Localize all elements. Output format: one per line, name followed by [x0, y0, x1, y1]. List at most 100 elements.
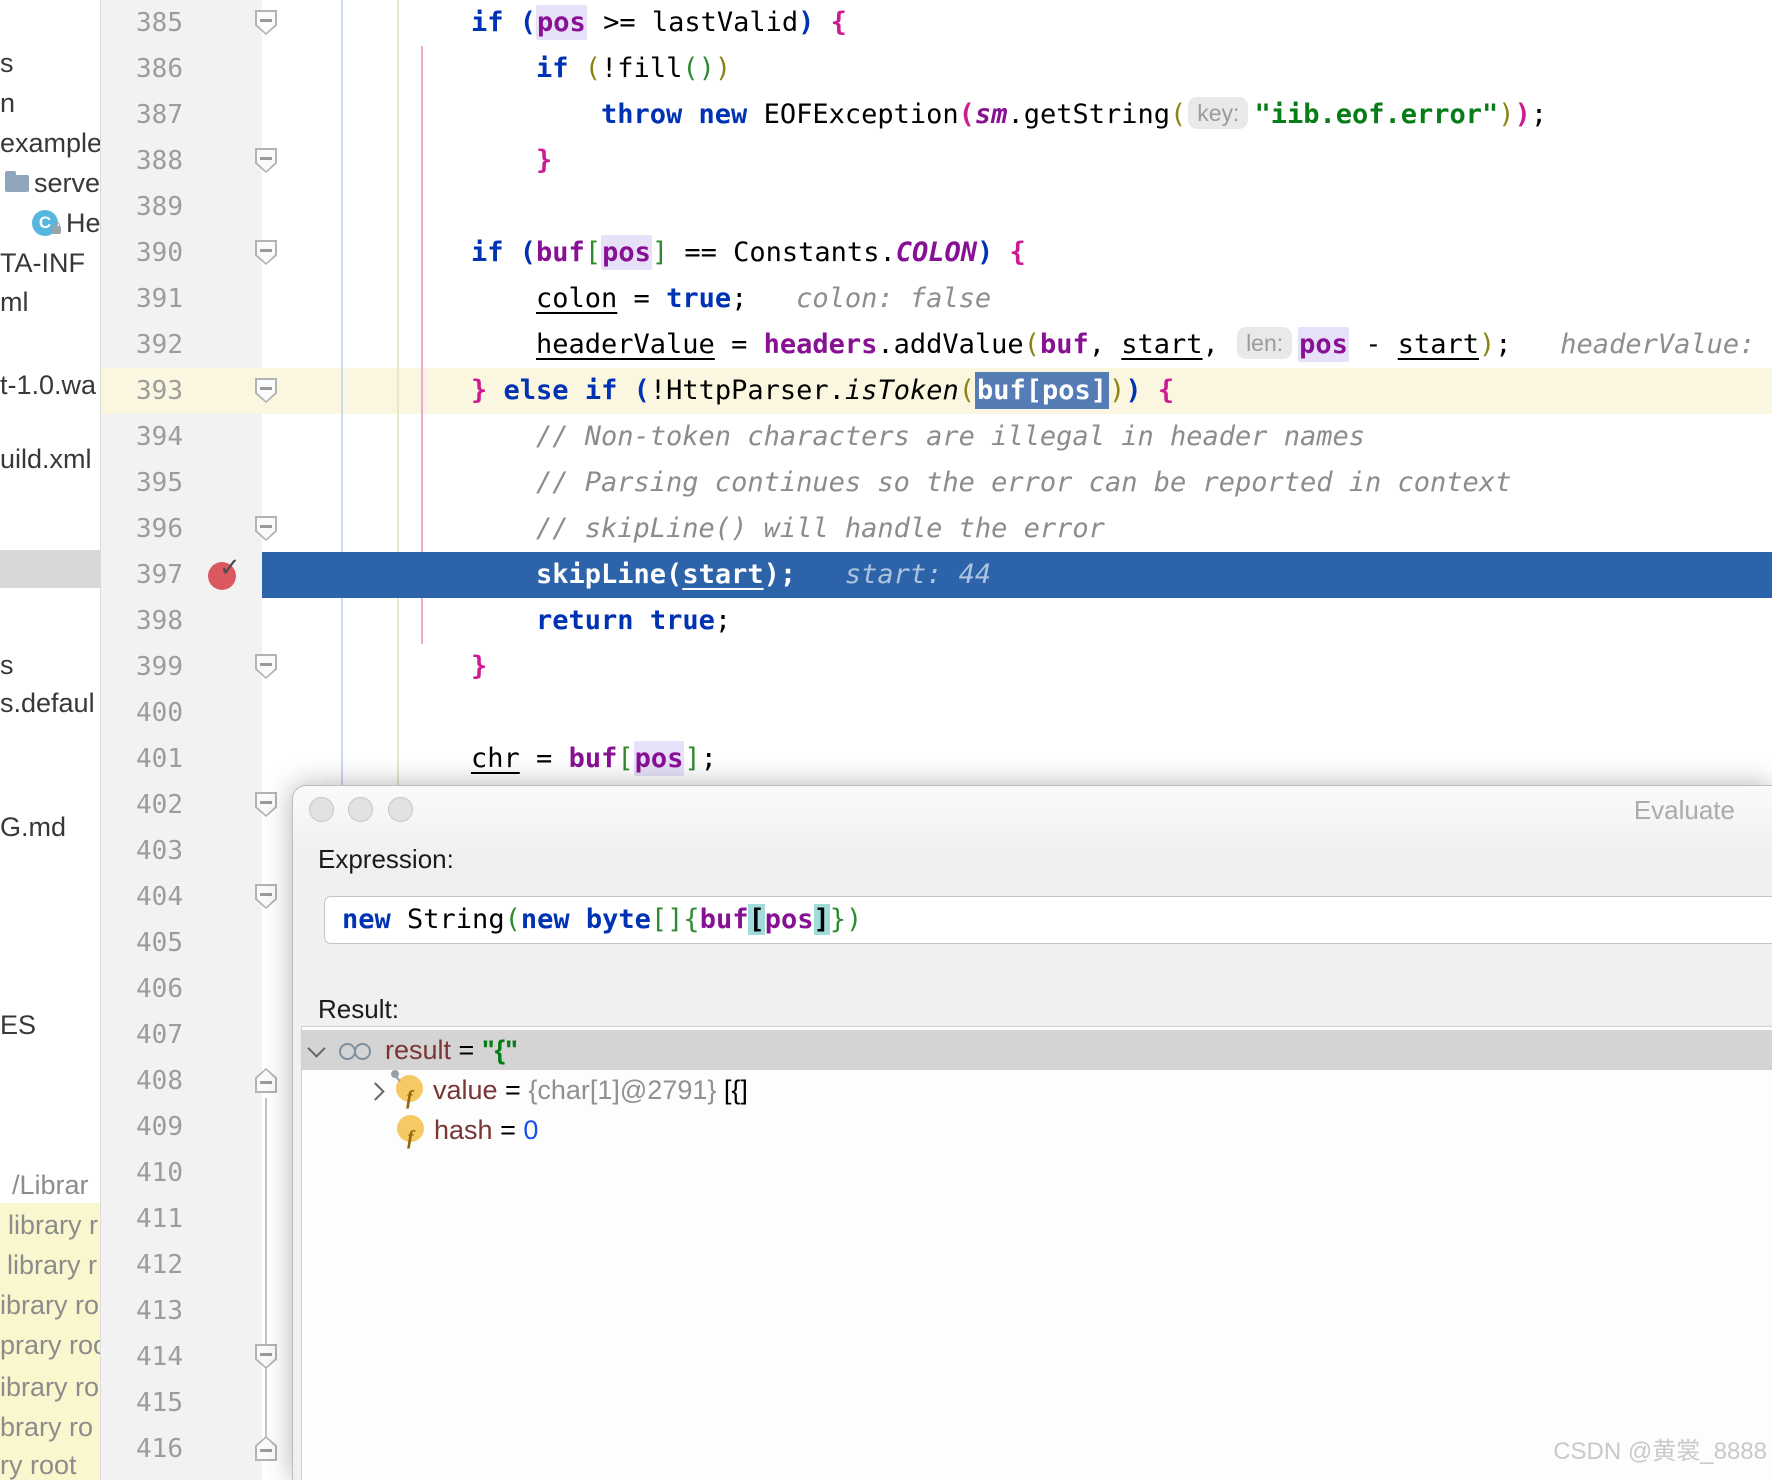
code-line[interactable]: // Parsing continues so the error can be…: [262, 460, 1772, 506]
sidebar-item[interactable]: uild.xml: [0, 442, 92, 476]
sidebar-item[interactable]: s: [0, 46, 14, 80]
expression-label: Expression:: [318, 844, 454, 875]
code-editor[interactable]: if (pos >= lastValid) {if (!fill())throw…: [262, 0, 1772, 786]
variable-row[interactable]: result = "{": [302, 1030, 1772, 1070]
code-token: pos: [765, 904, 814, 935]
window-zoom-button[interactable]: [388, 797, 413, 822]
sidebar-item[interactable]: s: [0, 648, 14, 682]
sidebar-item[interactable]: n: [0, 86, 15, 120]
code-line[interactable]: skipLine(start); start: 44: [262, 552, 1772, 598]
code-token: }: [536, 145, 552, 176]
line-number: 386: [100, 46, 183, 92]
code-token: ): [1479, 329, 1495, 360]
fold-marker[interactable]: [255, 10, 277, 35]
code-token: headers: [764, 329, 878, 360]
line-number: 385: [100, 0, 183, 46]
code-token: (): [682, 53, 715, 84]
line-number: 404: [100, 874, 183, 920]
sidebar-item[interactable]: TA-INF: [0, 246, 85, 280]
code-line[interactable]: } else if (!HttpParser.isToken(buf[pos])…: [262, 368, 1772, 414]
code-token: {: [1158, 375, 1174, 406]
fold-marker[interactable]: [255, 240, 277, 265]
fold-marker[interactable]: [255, 148, 277, 173]
chevron-right-icon[interactable]: [366, 1082, 384, 1100]
code-line[interactable]: throw new EOFException(sm.getString(key:…: [262, 92, 1772, 138]
code-line[interactable]: colon = true; colon: false: [262, 276, 1772, 322]
sidebar-item[interactable]: ibrary ro: [0, 1288, 99, 1322]
sidebar-item[interactable]: servel: [34, 166, 101, 200]
code-token: [682, 99, 698, 130]
fold-marker[interactable]: [255, 884, 277, 909]
sidebar-item[interactable]: library r: [8, 1208, 98, 1242]
code-token: =: [715, 329, 764, 360]
code-line[interactable]: [262, 184, 1772, 230]
code-token: }: [471, 651, 487, 682]
variable-row[interactable]: fhash = 0: [302, 1110, 1772, 1150]
sidebar-item[interactable]: library r: [7, 1248, 97, 1282]
code-token: start: [682, 559, 763, 590]
sidebar-item[interactable]: t-1.0.wa: [0, 368, 96, 402]
code-line[interactable]: [262, 690, 1772, 736]
code-token: isToken: [845, 375, 959, 406]
code-token: chr: [471, 743, 520, 774]
code-line[interactable]: }: [262, 138, 1772, 184]
sidebar-item[interactable]: s.defaul: [0, 686, 95, 720]
chevron-down-icon[interactable]: [307, 1039, 325, 1057]
sidebar-item[interactable]: /Librar: [12, 1168, 89, 1202]
code-token: []{: [651, 904, 700, 935]
code-token: buf: [1040, 329, 1089, 360]
code-line[interactable]: if (buf[pos] == Constants.COLON) {: [262, 230, 1772, 276]
code-line[interactable]: if (pos >= lastValid) {: [262, 0, 1772, 46]
code-token: [1142, 375, 1158, 406]
code-token: }: [471, 375, 487, 406]
dialog-title: Evaluate: [1634, 795, 1735, 826]
code-line[interactable]: chr = buf[pos];: [262, 736, 1772, 782]
sidebar-item[interactable]: ml: [0, 285, 29, 319]
code-token: if: [585, 375, 618, 406]
fold-marker[interactable]: [255, 1344, 277, 1369]
code-token: String: [391, 904, 505, 935]
project-tree-selection: [0, 550, 100, 588]
code-line[interactable]: // skipLine() will handle the error: [262, 506, 1772, 552]
sidebar-item[interactable]: ibrary ro: [0, 1370, 99, 1404]
sidebar-item[interactable]: brary ro: [0, 1410, 93, 1444]
fold-marker[interactable]: [255, 792, 277, 817]
code-line[interactable]: // Non-token characters are illegal in h…: [262, 414, 1772, 460]
code-token: (: [585, 53, 601, 84]
sidebar-item[interactable]: ES: [0, 1008, 36, 1042]
code-line[interactable]: if (!fill()): [262, 46, 1772, 92]
code-token: ): [1515, 99, 1531, 130]
sidebar-item[interactable]: G.md: [0, 810, 66, 844]
fold-marker[interactable]: [255, 654, 277, 679]
sidebar-item[interactable]: prary roo: [0, 1328, 101, 1362]
sidebar-item[interactable]: example: [0, 126, 101, 160]
variable-name: result: [385, 1035, 451, 1065]
variable-value: "{": [482, 1035, 518, 1065]
code-token: ]: [684, 743, 700, 774]
code-token: [814, 7, 830, 38]
fold-marker[interactable]: [255, 1436, 277, 1461]
field-icon: f: [396, 1075, 423, 1102]
variable-row[interactable]: fvalue = {char[1]@2791} [{]: [302, 1070, 1772, 1110]
line-number: 390: [100, 230, 183, 276]
sidebar-item[interactable]: ry root: [0, 1448, 77, 1480]
sidebar-item[interactable]: He: [66, 206, 101, 240]
code-token: pos: [634, 741, 685, 776]
code-token: ): [715, 53, 731, 84]
code-line[interactable]: headerValue = headers.addValue(buf, star…: [262, 322, 1772, 368]
code-token: {: [1010, 237, 1026, 268]
fold-marker[interactable]: [255, 378, 277, 403]
fold-marker[interactable]: [255, 516, 277, 541]
window-minimize-button[interactable]: [348, 797, 373, 822]
breakpoint-verified-check-icon: ✓: [219, 553, 249, 583]
expression-input[interactable]: new String(new byte[]{buf[pos]}): [324, 896, 1772, 944]
code-token: buf[pos]: [975, 372, 1109, 409]
line-number: 412: [100, 1242, 183, 1288]
code-token: }): [830, 904, 863, 935]
code-token: ): [1125, 375, 1141, 406]
code-token: [570, 904, 586, 935]
window-close-button[interactable]: [309, 797, 334, 822]
code-line[interactable]: }: [262, 644, 1772, 690]
code-line[interactable]: return true;: [262, 598, 1772, 644]
fold-marker[interactable]: [255, 1068, 277, 1093]
